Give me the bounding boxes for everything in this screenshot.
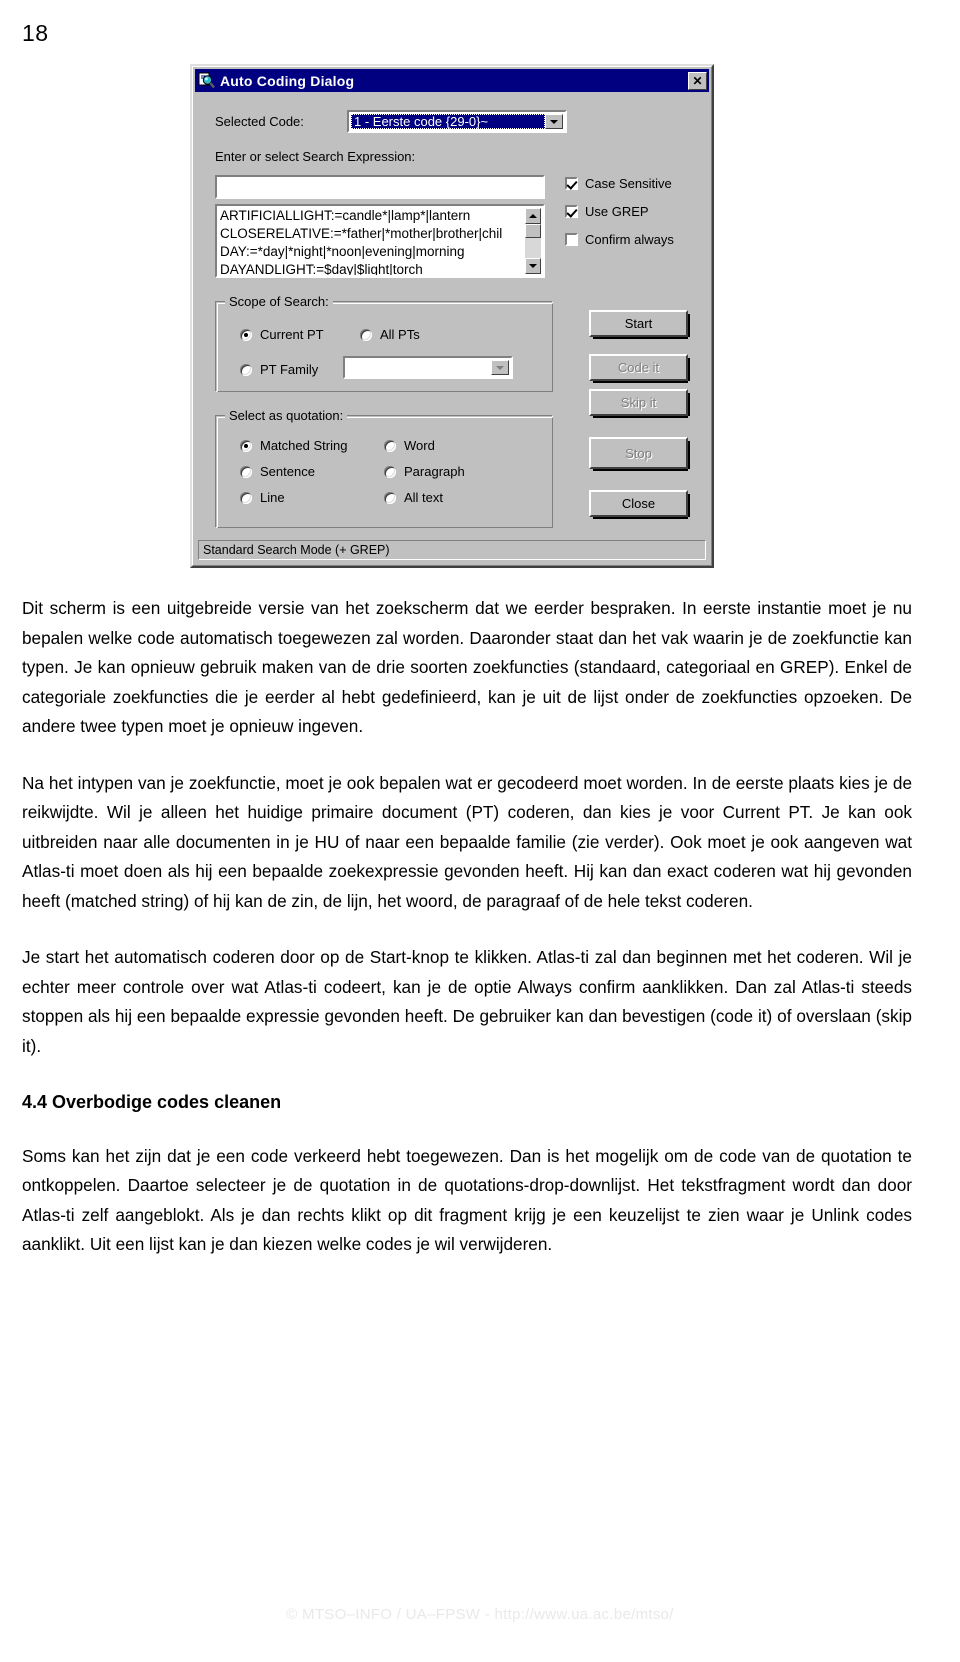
radio-all-text-dot[interactable] <box>384 491 396 504</box>
radio-word-label: Word <box>404 438 435 453</box>
paragraph-3: Je start het automatisch coderen door op… <box>22 947 912 1056</box>
checkbox-confirm-always[interactable]: Confirm always <box>565 232 674 247</box>
paragraph-4: Soms kan het zijn dat je een code verkee… <box>22 1145 912 1255</box>
radio-all-pts-label: All PTs <box>380 327 420 342</box>
radio-current-pt-label: Current PT <box>260 327 324 342</box>
selected-code-combobox[interactable]: 1 - Eerste code {29-0}~ <box>347 110 567 133</box>
list-item[interactable]: CLOSERELATIVE:=*father|*mother|brother|c… <box>220 225 524 243</box>
select-as-quotation-title: Select as quotation: <box>225 408 348 423</box>
dialog-title: Auto Coding Dialog <box>220 72 355 89</box>
stop-button-label: Stop <box>625 445 652 461</box>
select-as-quotation-group: Select as quotation: Matched String Word… <box>215 408 553 528</box>
radio-all-pts-dot[interactable] <box>360 328 372 341</box>
radio-word[interactable]: Word <box>384 438 435 453</box>
scope-of-search-title: Scope of Search: <box>225 294 333 309</box>
page-footer: © MTSO–INFO / UA–FPSW - http://www.ua.ac… <box>286 1606 674 1623</box>
scroll-down-icon[interactable] <box>525 258 541 274</box>
list-item[interactable]: DAYANDLIGHT:=$day|$light|torch <box>220 261 524 275</box>
radio-paragraph-dot[interactable] <box>384 465 396 478</box>
radio-paragraph-label: Paragraph <box>404 464 465 479</box>
scope-of-search-group: Scope of Search: Current PT All PTs PT F… <box>215 294 553 392</box>
pt-family-combobox[interactable] <box>343 356 513 379</box>
auto-coding-dialog-window: Auto Coding Dialog ✕ Selected Code: 1 - … <box>190 64 714 568</box>
radio-sentence-dot[interactable] <box>240 465 252 478</box>
radio-pt-family-label: PT Family <box>260 362 319 377</box>
selected-code-chevron-down-icon[interactable] <box>545 114 563 129</box>
radio-sentence-label: Sentence <box>260 464 315 479</box>
checkbox-case-sensitive[interactable]: Case Sensitive <box>565 176 672 191</box>
checkbox-confirm-always-label: Confirm always <box>585 232 674 247</box>
radio-current-pt[interactable]: Current PT <box>240 327 324 342</box>
radio-all-text-label: All text <box>404 490 444 505</box>
radio-matched-string-dot[interactable] <box>240 439 252 452</box>
radio-current-pt-dot[interactable] <box>240 328 252 341</box>
close-icon[interactable]: ✕ <box>688 71 707 90</box>
magnifier-document-icon <box>198 72 215 89</box>
start-button[interactable]: Start <box>589 310 690 339</box>
radio-word-dot[interactable] <box>384 439 396 452</box>
stop-button[interactable]: Stop <box>589 437 690 471</box>
pt-family-chevron-down-icon[interactable] <box>491 360 509 375</box>
code-it-button[interactable]: Code it <box>589 354 690 383</box>
radio-all-text[interactable]: All text <box>384 490 443 505</box>
dialog-client-area: Selected Code: 1 - Eerste code {29-0}~ E… <box>195 94 709 563</box>
dialog-titlebar: Auto Coding Dialog ✕ <box>195 69 709 92</box>
checkbox-use-grep-label: Use GREP <box>585 204 649 219</box>
radio-pt-family-dot[interactable] <box>240 363 252 376</box>
search-expression-input-value <box>220 180 540 194</box>
status-bar: Standard Search Mode (+ GREP) <box>198 540 706 560</box>
search-expression-listbox[interactable]: ARTIFICIALLIGHT:=candle*|lamp*|lantern C… <box>215 204 545 278</box>
checkbox-case-sensitive-label: Case Sensitive <box>585 176 672 191</box>
radio-matched-string-label: Matched String <box>260 438 348 453</box>
status-bar-text: Standard Search Mode (+ GREP) <box>203 543 390 557</box>
start-button-label: Start <box>624 316 653 331</box>
search-expression-input[interactable] <box>215 175 545 199</box>
code-it-button-label: Code it <box>617 360 660 375</box>
paragraph-1: Dit scherm is een uitgebreide versie van… <box>22 598 912 736</box>
close-button-label: Close <box>621 496 656 511</box>
document-body: Dit scherm is een uitgebreide versie van… <box>22 594 912 1260</box>
section-heading-4-4: 4.4 Overbodige codes cleanen <box>22 1092 282 1112</box>
radio-line-dot[interactable] <box>240 491 252 504</box>
paragraph-2: Na het intypen van je zoekfunctie, moet … <box>22 772 912 911</box>
radio-paragraph[interactable]: Paragraph <box>384 464 465 479</box>
pt-family-value <box>348 361 489 374</box>
selected-code-value: 1 - Eerste code {29-0}~ <box>351 114 545 129</box>
close-button[interactable]: Close <box>589 490 690 519</box>
radio-matched-string[interactable]: Matched String <box>240 438 347 453</box>
checkbox-use-grep[interactable]: Use GREP <box>565 204 649 219</box>
radio-sentence[interactable]: Sentence <box>240 464 315 479</box>
skip-it-button[interactable]: Skip it <box>589 389 690 418</box>
selected-code-label: Selected Code: <box>215 114 304 129</box>
checkbox-use-grep-box[interactable] <box>565 205 578 218</box>
list-item[interactable]: DAY:=*day|*night|*noon|evening|morning <box>220 243 524 261</box>
search-expression-list-items: ARTIFICIALLIGHT:=candle*|lamp*|lantern C… <box>220 207 524 275</box>
scrollbar-thumb[interactable] <box>525 224 541 238</box>
checkbox-confirm-always-box[interactable] <box>565 233 578 246</box>
listbox-scrollbar[interactable] <box>525 208 541 274</box>
radio-line[interactable]: Line <box>240 490 285 505</box>
search-expression-label: Enter or select Search Expression: <box>215 149 416 164</box>
scrollbar-track[interactable] <box>525 224 541 258</box>
checkbox-case-sensitive-box[interactable] <box>565 177 578 190</box>
skip-it-button-label: Skip it <box>620 395 657 410</box>
radio-pt-family[interactable]: PT Family <box>240 362 318 377</box>
scroll-up-icon[interactable] <box>525 208 541 224</box>
list-item[interactable]: ARTIFICIALLIGHT:=candle*|lamp*|lantern <box>220 207 524 225</box>
page-number: 18 <box>22 20 49 46</box>
radio-line-label: Line <box>260 490 285 505</box>
radio-all-pts[interactable]: All PTs <box>360 327 420 342</box>
